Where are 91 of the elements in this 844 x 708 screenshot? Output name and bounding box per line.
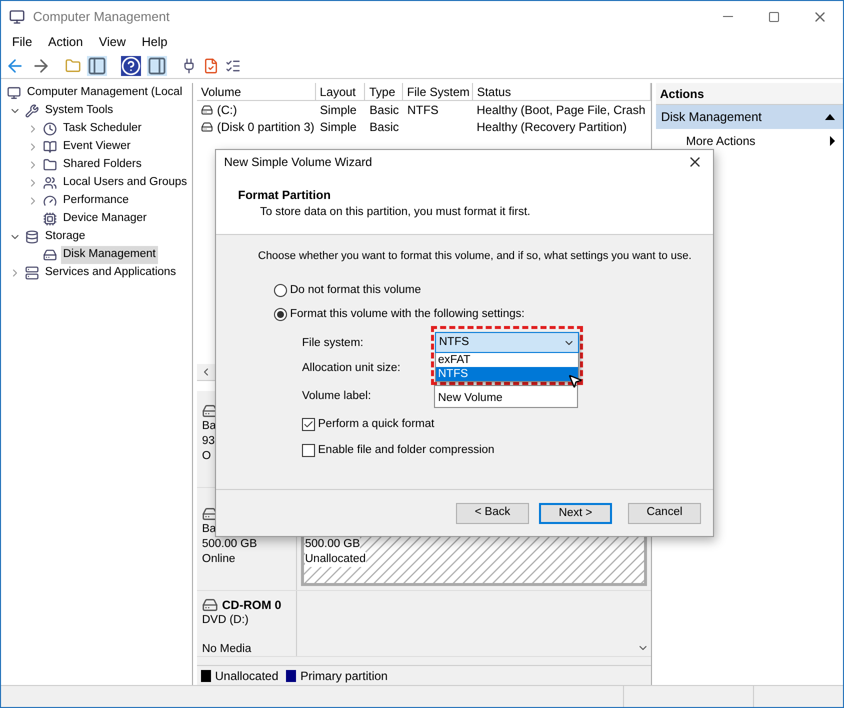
checkbox[interactable] xyxy=(302,444,315,457)
tree-item[interactable]: Services and Applications xyxy=(43,264,178,282)
table-cell-text: Basic xyxy=(370,102,399,118)
folder-icon xyxy=(43,158,57,172)
menu-item[interactable]: Help xyxy=(142,33,168,52)
pane-section-header[interactable]: Disk Management xyxy=(656,105,843,129)
partition-info: Unallocated xyxy=(305,552,366,567)
dialog-button[interactable]: < Back xyxy=(456,502,529,524)
computer-icon xyxy=(7,86,21,100)
tree-item[interactable]: Shared Folders xyxy=(61,156,144,174)
window-title: Computer Management xyxy=(33,8,170,26)
actions-header: Actions xyxy=(656,83,843,105)
table-cell-text: Simple xyxy=(320,118,357,136)
disk-info: DVD (D:) xyxy=(202,613,249,628)
checklist-icon[interactable] xyxy=(203,58,219,74)
radio-label[interactable]: Format this volume with the following settings: xyxy=(290,306,525,324)
tree-item[interactable]: Device Manager xyxy=(61,210,149,228)
maximize-icon xyxy=(768,10,780,22)
disk-info: Online xyxy=(202,552,236,567)
dialog-button[interactable]: Cancel xyxy=(628,502,701,524)
app-icon xyxy=(9,8,25,24)
value-field[interactable]: New Volume xyxy=(434,385,578,408)
disk-name: CD-ROM 0 xyxy=(222,597,282,614)
dialog-title: New Simple Volume Wizard xyxy=(224,154,372,171)
tree-item[interactable]: Computer Management (Local xyxy=(25,84,184,102)
tree-item[interactable]: Task Scheduler xyxy=(61,120,144,138)
tree-item[interactable]: System Tools xyxy=(43,102,116,120)
disk-info: Ba xyxy=(202,522,216,537)
tree-item[interactable]: Performance xyxy=(61,192,131,210)
column-header[interactable]: File System xyxy=(402,83,473,100)
column-header[interactable]: Status xyxy=(472,83,651,100)
column-header[interactable]: Volume xyxy=(197,83,316,100)
tree-item[interactable]: Storage xyxy=(43,228,88,246)
field-label: File system: xyxy=(302,336,364,351)
disk-info: 93 xyxy=(202,434,215,449)
drive-icon xyxy=(201,120,213,132)
menu-item[interactable]: File xyxy=(12,33,32,52)
disk-info: O xyxy=(202,449,211,464)
legend-label: Unallocated xyxy=(215,668,278,684)
dialog-heading: Format Partition xyxy=(237,187,331,204)
checkbox[interactable] xyxy=(302,418,315,431)
menu-item[interactable]: View xyxy=(98,33,126,52)
field-label: Volume label: xyxy=(302,388,372,404)
table-cell-text: Simple xyxy=(320,102,357,118)
checkbox-label[interactable]: Enable file and folder compression xyxy=(318,442,494,459)
tree-item[interactable]: Event Viewer xyxy=(61,138,133,156)
checkbox-label[interactable]: Perform a quick format xyxy=(318,416,434,433)
menu-item[interactable]: Action xyxy=(48,33,83,52)
collapse-icon xyxy=(825,114,835,120)
users-icon xyxy=(43,176,57,190)
partition-info: 500.00 GB xyxy=(305,537,360,552)
table-cell-text: Healthy (Boot, Page File, Crash xyxy=(476,102,646,118)
dialog-button[interactable]: Next > xyxy=(539,502,612,524)
more-link[interactable]: More Actions xyxy=(656,129,843,153)
dialog-subheading: To store data on this partition, you must format it first. xyxy=(259,205,530,220)
submenu-icon xyxy=(830,136,835,146)
list-icon[interactable] xyxy=(225,58,241,74)
field-label: Allocation unit size: xyxy=(302,360,400,376)
table-cell-text: NTFS xyxy=(407,102,439,118)
radio-button[interactable] xyxy=(274,308,287,321)
table-cell-text: (Disk 0 partition 3) xyxy=(217,118,314,136)
tree-item[interactable]: Disk Management xyxy=(61,246,158,264)
minimize-icon xyxy=(723,16,733,17)
file-system-select[interactable]: NTFS xyxy=(435,332,579,353)
book-icon xyxy=(43,140,57,154)
legend-label: Primary partition xyxy=(300,668,388,684)
help-icon[interactable] xyxy=(121,56,141,76)
database-icon xyxy=(25,230,39,244)
table-cell-text: (C:) xyxy=(217,102,237,118)
chip-icon xyxy=(43,212,57,226)
wrench-icon xyxy=(25,104,39,118)
table-cell-text: Healthy (Recovery Partition) xyxy=(476,118,627,136)
clock-icon xyxy=(43,122,57,136)
radio-label[interactable]: Do not format this volume xyxy=(290,282,422,300)
disk-info: No Media xyxy=(202,642,252,657)
panel-icon[interactable] xyxy=(147,56,167,76)
drive-icon xyxy=(201,104,213,116)
tree-item[interactable]: Local Users and Groups xyxy=(61,174,190,192)
column-header[interactable]: Layout xyxy=(316,83,366,100)
disk-info: 500.00 GB xyxy=(202,537,257,552)
column-header[interactable]: Type xyxy=(365,83,403,100)
radio-button[interactable] xyxy=(274,284,287,297)
dropdown-option[interactable]: NTFS xyxy=(436,367,578,381)
disk-info: Ba xyxy=(202,419,216,434)
prompt-text: Choose whether you want to format this volume, and if so, what settings you want to use. xyxy=(258,249,692,264)
gauge-icon xyxy=(43,194,57,208)
panel-icon[interactable] xyxy=(87,56,107,76)
dropdown-option[interactable]: exFAT xyxy=(436,353,578,367)
server-icon xyxy=(25,266,39,280)
drive-icon xyxy=(43,248,57,262)
table-cell-text: Basic xyxy=(370,118,399,136)
